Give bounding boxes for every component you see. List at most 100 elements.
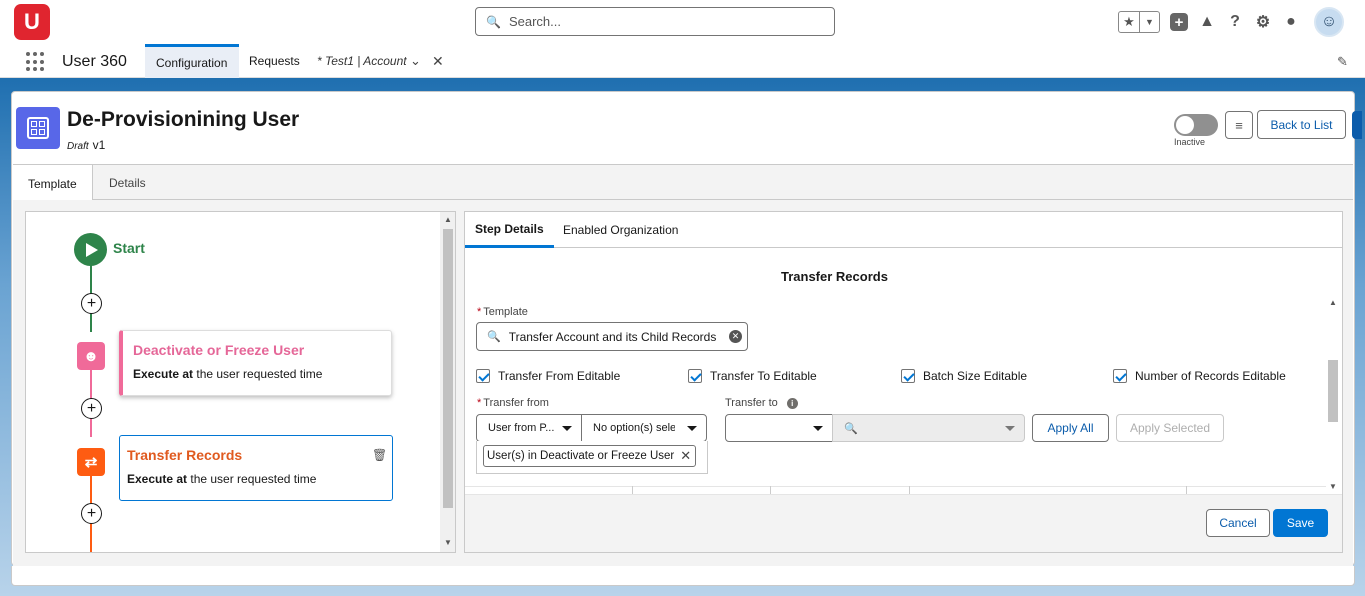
checkbox-label: Transfer To Editable: [710, 369, 817, 383]
record-status: Draft: [67, 141, 89, 152]
step-details-panel: Step Details Enabled Organization Transf…: [464, 211, 1343, 553]
checkbox-number-of-records-editable[interactable]: Number of Records Editable: [1113, 369, 1286, 383]
apply-all-button[interactable]: Apply All: [1032, 414, 1109, 442]
side-panel-tab[interactable]: [1352, 111, 1362, 139]
global-add-icon[interactable]: +: [1170, 13, 1188, 31]
step-desc-rest: the user requested time: [187, 472, 317, 486]
transfer-from-type-select[interactable]: User from P...: [476, 414, 582, 442]
nav-tab-test1-account[interactable]: * Test1 | Account: [317, 44, 407, 78]
label-text: Template: [483, 306, 528, 318]
transfer-from-options-select[interactable]: No option(s) selected: [581, 414, 707, 442]
search-icon: 🔍: [844, 422, 858, 435]
checkbox-icon: [476, 369, 490, 383]
scroll-down-icon[interactable]: ▼: [1329, 482, 1337, 491]
record-type-icon: [16, 107, 60, 149]
search-icon: 🔍: [487, 331, 501, 343]
favorites-menu-icon[interactable]: ▼: [1139, 12, 1159, 32]
global-search-input[interactable]: 🔍 Search...: [475, 7, 835, 36]
scroll-up-icon[interactable]: ▲: [1329, 298, 1337, 307]
selected-user-pill[interactable]: User(s) in Deactivate or Freeze User ✕: [483, 445, 697, 467]
nav-tab-configuration[interactable]: Configuration: [145, 44, 239, 78]
record-card: De-Provisionining User Draft v1 Inactive …: [11, 91, 1362, 566]
card-footer: [11, 566, 1355, 586]
records-table-header: [465, 486, 1326, 494]
search-placeholder: Search...: [508, 14, 561, 29]
tab-template[interactable]: Template: [13, 165, 93, 202]
step-desc-rest: the user requested time: [193, 367, 323, 381]
template-field-label: * Template: [477, 306, 528, 318]
step-desc-bold: Execute at: [133, 367, 194, 381]
add-step-button[interactable]: +: [81, 398, 102, 419]
chevron-down-icon[interactable]: ⌄: [410, 44, 421, 78]
back-to-list-button[interactable]: Back to List: [1257, 110, 1346, 139]
app-name: User 360: [62, 53, 127, 70]
checkbox-label: Transfer From Editable: [498, 369, 621, 383]
start-node-icon[interactable]: [74, 233, 107, 266]
transfer-to-type-select[interactable]: [725, 414, 833, 442]
user-avatar[interactable]: ☺: [1314, 7, 1344, 37]
step-card-deactivate[interactable]: Deactivate or Freeze User Execute at the…: [119, 330, 392, 396]
transfer-to-user-lookup[interactable]: 🔍: [832, 414, 1025, 442]
scroll-up-icon[interactable]: ▲: [444, 215, 452, 224]
checkbox-transfer-from-editable[interactable]: Transfer From Editable: [476, 369, 620, 383]
trailhead-icon[interactable]: ▲: [1198, 13, 1216, 31]
transfer-to-label: Transfer to i: [725, 397, 798, 409]
edit-nav-pencil-icon[interactable]: ✎: [1337, 54, 1348, 70]
checkbox-transfer-to-editable[interactable]: Transfer To Editable: [688, 369, 817, 383]
checkbox-icon: [901, 369, 915, 383]
filter-icon[interactable]: ≡: [1225, 111, 1253, 139]
save-button[interactable]: Save: [1273, 509, 1328, 537]
scrollbar-thumb[interactable]: [443, 229, 453, 508]
clear-selection-icon[interactable]: ✕: [729, 330, 742, 343]
scroll-down-icon[interactable]: ▼: [444, 538, 452, 547]
tab-enabled-organization[interactable]: Enabled Organization: [563, 212, 678, 248]
active-toggle[interactable]: [1174, 114, 1218, 136]
pill-label: User(s) in Deactivate or Freeze User: [487, 450, 675, 462]
app-logo[interactable]: U: [14, 4, 50, 40]
cancel-button[interactable]: Cancel: [1206, 509, 1270, 537]
transfer-from-label: * Transfer from: [477, 397, 549, 409]
template-content: Start + ☻ Deactivate or Freeze User Exec…: [13, 200, 1353, 566]
checkbox-icon: [1113, 369, 1127, 383]
apply-selected-button[interactable]: Apply Selected: [1116, 414, 1224, 442]
nav-tab-requests[interactable]: Requests: [249, 44, 300, 78]
deactivate-user-icon: ☻: [77, 342, 105, 370]
favorites-star-icon[interactable]: ★: [1119, 12, 1139, 32]
checkbox-label: Batch Size Editable: [923, 369, 1028, 383]
app-launcher-icon[interactable]: [26, 52, 46, 72]
checkbox-icon: [688, 369, 702, 383]
close-tab-icon[interactable]: ✕: [432, 44, 444, 78]
details-scrollbar[interactable]: ▲ ▼: [1326, 296, 1340, 494]
step-desc-bold: Execute at: [127, 472, 188, 486]
template-lookup-input[interactable]: 🔍 Transfer Account and its Child Records…: [476, 322, 748, 351]
tab-step-details[interactable]: Step Details: [465, 212, 554, 248]
record-subtitle: Draft v1: [67, 138, 105, 152]
record-version: v1: [92, 138, 106, 152]
chevron-down-icon: [562, 426, 572, 431]
details-tabs: Step Details Enabled Organization: [465, 212, 1342, 248]
remove-pill-icon[interactable]: ✕: [680, 448, 691, 464]
start-label: Start: [113, 240, 145, 256]
step-card-transfer-records[interactable]: Transfer Records 🗑 Execute at the user r…: [119, 435, 393, 501]
notifications-bell-icon[interactable]: ●: [1282, 13, 1300, 31]
tab-label: Step Details: [475, 221, 544, 236]
transfer-records-icon: ⇄: [77, 448, 105, 476]
help-icon[interactable]: ?: [1226, 13, 1244, 31]
delete-step-icon[interactable]: 🗑: [372, 448, 387, 462]
tab-details[interactable]: Details: [109, 165, 146, 201]
setup-gear-icon[interactable]: ⚙: [1254, 13, 1272, 31]
add-step-button[interactable]: +: [81, 293, 102, 314]
info-icon[interactable]: i: [786, 397, 798, 409]
flow-scrollbar[interactable]: ▲ ▼: [440, 212, 455, 552]
step-description: Execute at the user requested time: [127, 472, 316, 486]
scrollbar-thumb[interactable]: [1328, 360, 1338, 422]
tab-label: Details: [109, 176, 146, 190]
step-description: Execute at the user requested time: [133, 367, 322, 381]
chevron-down-icon: [1005, 426, 1015, 431]
logo-text: U: [24, 9, 40, 34]
tab-label: Enabled Organization: [563, 223, 679, 237]
select-value: No option(s) selected: [593, 422, 675, 434]
checkbox-label: Number of Records Editable: [1135, 369, 1286, 383]
add-step-button[interactable]: +: [81, 503, 102, 524]
checkbox-batch-size-editable[interactable]: Batch Size Editable: [901, 369, 1027, 383]
